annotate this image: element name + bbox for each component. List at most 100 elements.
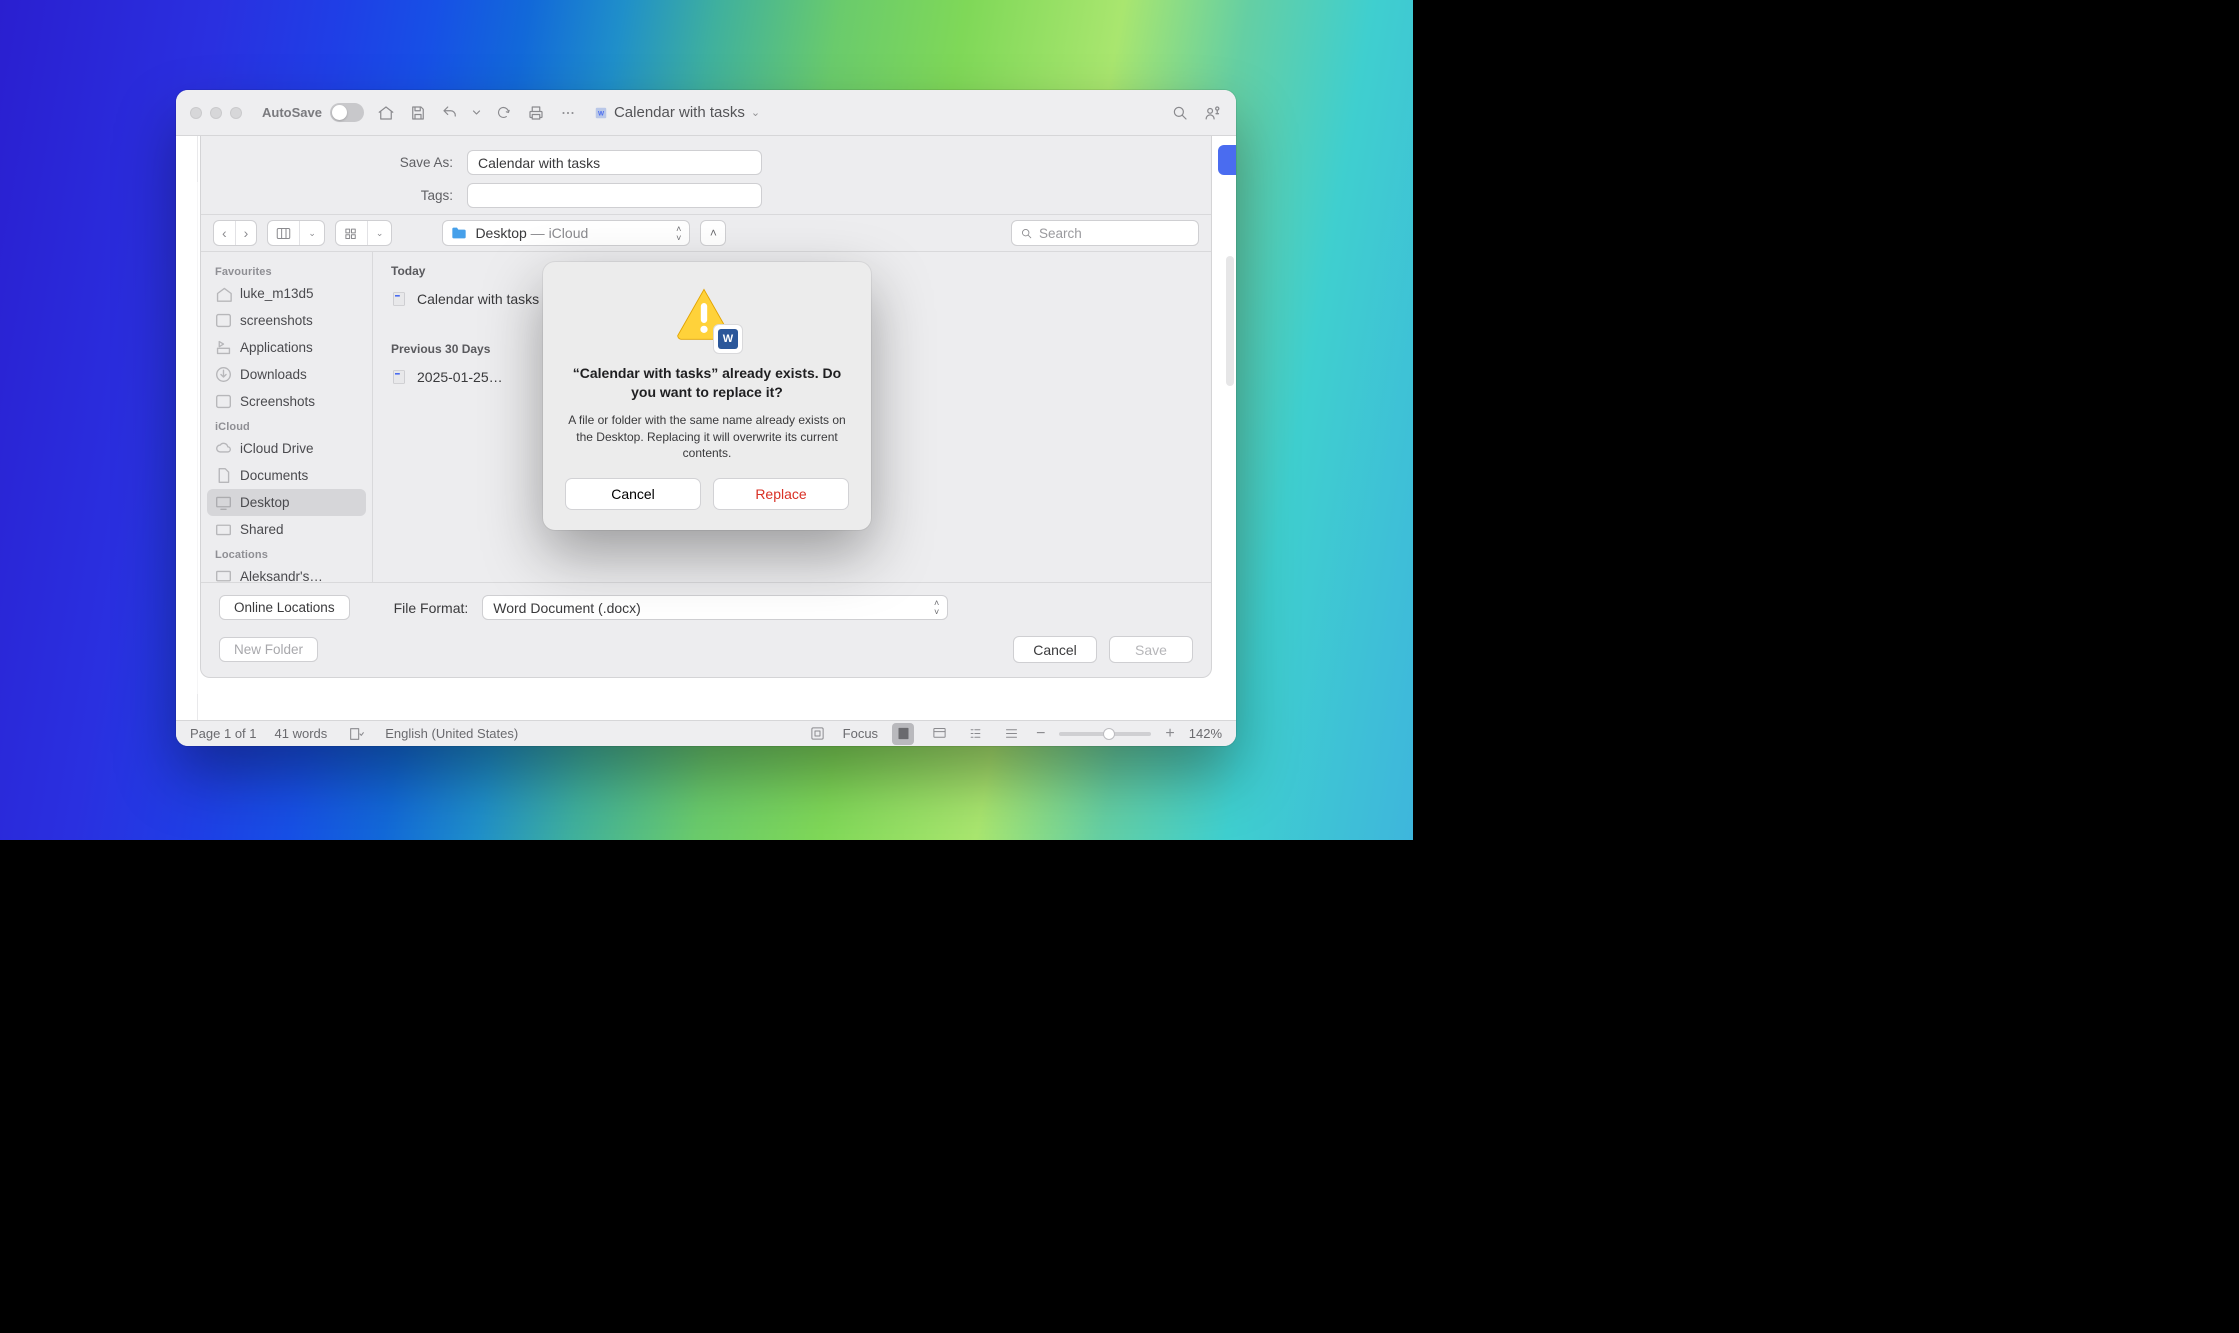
print-layout-view-icon[interactable] bbox=[892, 723, 914, 745]
sidebar-item-label: Documents bbox=[240, 468, 308, 483]
sidebar-item-label: Shared bbox=[240, 522, 284, 537]
svg-text:W: W bbox=[598, 110, 605, 117]
group-icon[interactable] bbox=[336, 221, 367, 245]
sidebar-item[interactable]: Desktop bbox=[207, 489, 366, 516]
word-app-icon bbox=[713, 324, 743, 354]
redo-icon[interactable] bbox=[494, 103, 514, 123]
magnifier-icon bbox=[1020, 227, 1033, 240]
sidebar-item[interactable]: Screenshots bbox=[207, 388, 366, 415]
switch-icon[interactable] bbox=[330, 103, 364, 122]
file-format-select[interactable]: Word Document (.docx) ˄˅ bbox=[482, 595, 948, 620]
search-placeholder: Search bbox=[1039, 226, 1082, 241]
save-as-input[interactable] bbox=[467, 150, 762, 175]
chevron-updown-icon: ˄˅ bbox=[934, 599, 939, 617]
page-indicator[interactable]: Page 1 of 1 bbox=[190, 726, 257, 741]
save-sidebar: Favourites luke_m13d5 screenshots Applicati… bbox=[201, 252, 373, 582]
sidebar-item-icon bbox=[215, 440, 232, 457]
sidebar-item-label: Screenshots bbox=[240, 394, 315, 409]
zoom-out-button[interactable]: − bbox=[1036, 725, 1045, 743]
file-format-label: File Format: bbox=[394, 600, 469, 616]
alert-replace-button[interactable]: Replace bbox=[713, 478, 849, 510]
outline-view-icon[interactable] bbox=[964, 723, 986, 745]
group-chevron-icon[interactable]: ⌄ bbox=[367, 221, 392, 245]
sidebar-item[interactable]: Downloads bbox=[207, 361, 366, 388]
sidebar-item-label: Aleksandr's… bbox=[240, 569, 323, 582]
window-controls[interactable] bbox=[190, 107, 242, 119]
sidebar-item-label: Downloads bbox=[240, 367, 307, 382]
share-icon[interactable] bbox=[1202, 103, 1222, 123]
sidebar-item-label: iCloud Drive bbox=[240, 441, 314, 456]
zoom-slider[interactable] bbox=[1059, 732, 1151, 736]
view-chevron-icon[interactable]: ⌄ bbox=[299, 221, 324, 245]
alert-cancel-button[interactable]: Cancel bbox=[565, 478, 701, 510]
sidebar-item[interactable]: screenshots bbox=[207, 307, 366, 334]
minimize-icon[interactable] bbox=[210, 107, 222, 119]
location-popup[interactable]: Desktop — iCloud ˄˅ bbox=[442, 220, 690, 246]
sidebar-item[interactable]: iCloud Drive bbox=[207, 435, 366, 462]
chevron-down-icon: ⌄ bbox=[751, 106, 760, 119]
ribbon-collapsed-button[interactable] bbox=[1218, 145, 1236, 175]
group-mode[interactable]: ⌄ bbox=[335, 220, 393, 246]
back-button[interactable]: ‹ bbox=[214, 221, 235, 245]
search-input[interactable]: Search bbox=[1011, 220, 1199, 246]
word-count[interactable]: 41 words bbox=[275, 726, 328, 741]
close-icon[interactable] bbox=[190, 107, 202, 119]
home-icon[interactable] bbox=[376, 103, 396, 123]
sheet-cancel-button[interactable]: Cancel bbox=[1013, 636, 1097, 663]
sidebar-item-label: Applications bbox=[240, 340, 313, 355]
file-format-value: Word Document (.docx) bbox=[493, 600, 641, 616]
document-title[interactable]: W Calendar with tasks ⌄ bbox=[594, 104, 760, 121]
search-icon[interactable] bbox=[1170, 103, 1190, 123]
spellcheck-icon[interactable] bbox=[345, 723, 367, 745]
sidebar-item-icon bbox=[215, 285, 232, 302]
file-icon bbox=[391, 291, 407, 307]
sidebar-item[interactable]: Applications bbox=[207, 334, 366, 361]
titlebar: AutoSave W Calendar with tasks ⌄ bbox=[176, 90, 1236, 136]
print-icon[interactable] bbox=[526, 103, 546, 123]
folder-icon bbox=[451, 226, 467, 240]
status-bar: Page 1 of 1 41 words English (United Sta… bbox=[176, 720, 1236, 746]
autosave-toggle[interactable]: AutoSave bbox=[262, 103, 364, 122]
sidebar-item-label: luke_m13d5 bbox=[240, 286, 314, 301]
file-icon bbox=[391, 369, 407, 385]
sheet-save-button[interactable]: Save bbox=[1109, 636, 1193, 663]
collapse-button[interactable]: ˄ bbox=[700, 220, 726, 246]
location-text: Desktop — iCloud bbox=[475, 225, 588, 241]
new-folder-button[interactable]: New Folder bbox=[219, 637, 318, 662]
web-layout-view-icon[interactable] bbox=[928, 723, 950, 745]
save-icon[interactable] bbox=[408, 103, 428, 123]
sidebar-item-icon bbox=[215, 393, 232, 410]
tags-input[interactable] bbox=[467, 183, 762, 208]
view-mode[interactable]: ⌄ bbox=[267, 220, 325, 246]
more-icon[interactable] bbox=[558, 103, 578, 123]
sidebar-item-icon bbox=[215, 339, 232, 356]
zoom-value[interactable]: 142% bbox=[1189, 726, 1222, 741]
save-as-label: Save As: bbox=[221, 155, 453, 170]
zoom-icon[interactable] bbox=[230, 107, 242, 119]
slider-knob[interactable] bbox=[1103, 728, 1115, 740]
forward-button[interactable]: › bbox=[235, 221, 257, 245]
nav-back-forward[interactable]: ‹ › bbox=[213, 220, 257, 246]
undo-icon[interactable] bbox=[440, 103, 460, 123]
zoom-in-button[interactable]: + bbox=[1165, 725, 1174, 743]
sidebar-item[interactable]: Aleksandr's… bbox=[207, 563, 366, 582]
sidebar-item[interactable]: Shared bbox=[207, 516, 366, 543]
sidebar-item[interactable]: luke_m13d5 bbox=[207, 280, 366, 307]
chevron-updown-icon: ˄˅ bbox=[676, 225, 681, 243]
draft-view-icon[interactable] bbox=[1000, 723, 1022, 745]
sidebar-item[interactable]: Documents bbox=[207, 462, 366, 489]
sidebar-item-icon bbox=[215, 366, 232, 383]
filelist-row-label: 2025-01-25… bbox=[417, 369, 503, 385]
language-indicator[interactable]: English (United States) bbox=[385, 726, 518, 741]
online-locations-button[interactable]: Online Locations bbox=[219, 595, 350, 620]
sidebar-section-header: Favourites bbox=[207, 260, 366, 280]
document-title-text: Calendar with tasks bbox=[614, 104, 745, 121]
alert-icon bbox=[675, 286, 739, 350]
undo-chevron-icon[interactable] bbox=[472, 103, 482, 123]
sidebar-item-label: Desktop bbox=[240, 495, 290, 510]
focus-mode-icon[interactable] bbox=[807, 723, 829, 745]
sidebar-item-icon bbox=[215, 521, 232, 538]
columns-view-icon[interactable] bbox=[268, 221, 299, 245]
focus-label[interactable]: Focus bbox=[843, 726, 878, 741]
alert-title: “Calendar with tasks” already exists. Do… bbox=[565, 364, 849, 402]
